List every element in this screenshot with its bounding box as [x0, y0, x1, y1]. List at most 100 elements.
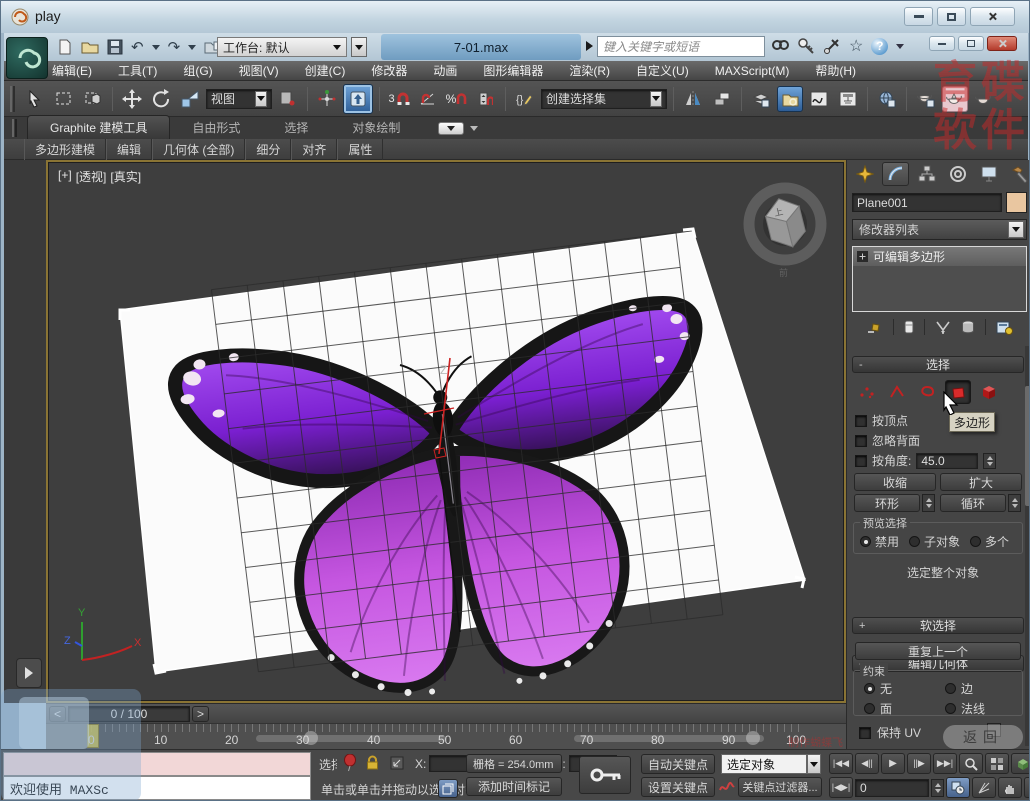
grid-toggle-button[interactable] — [438, 779, 458, 798]
align-button[interactable] — [709, 86, 735, 112]
time-configuration-button[interactable] — [946, 777, 970, 798]
panel-edit[interactable]: 编辑 — [106, 139, 152, 160]
preview-subobj-radio[interactable] — [909, 536, 920, 547]
make-unique-icon[interactable] — [935, 320, 951, 335]
select-and-manipulate-button[interactable] — [314, 86, 340, 112]
percent-snap-toggle-button[interactable]: % — [444, 86, 470, 112]
viewport-layout-tab-button[interactable] — [16, 658, 42, 688]
by-angle-checkbox[interactable] — [855, 455, 867, 467]
next-frame-button[interactable]: ||▶ — [907, 753, 931, 774]
selection-filter-caret[interactable] — [807, 754, 821, 774]
goto-end-button[interactable]: ▶▶| — [933, 753, 957, 774]
menu-maxscript[interactable]: MAXScript(M) — [715, 64, 790, 78]
tab-freeform[interactable]: 自由形式 — [170, 116, 262, 139]
mirror-button[interactable] — [680, 86, 706, 112]
create-tab-icon[interactable] — [851, 162, 878, 186]
menu-views[interactable]: 视图(V) — [239, 62, 279, 79]
communication-icon[interactable] — [823, 37, 841, 55]
zoom-all-button[interactable] — [985, 753, 1009, 774]
select-and-move-button[interactable] — [119, 86, 145, 112]
key-filters-button[interactable]: 关键点过滤器... — [738, 777, 822, 797]
panel-scrollbar-track[interactable] — [1025, 346, 1030, 746]
previous-frame-button[interactable]: ◀|| — [855, 753, 879, 774]
constraint-face-radio[interactable] — [864, 703, 875, 714]
menu-create[interactable]: 创建(C) — [305, 62, 346, 79]
hierarchy-tab-icon[interactable] — [913, 162, 940, 186]
new-file-icon[interactable] — [57, 39, 73, 55]
panel-scrollbar-thumb[interactable] — [1025, 386, 1030, 506]
stack-expand-icon[interactable] — [857, 251, 868, 262]
favorites-star-icon[interactable]: ☆ — [849, 36, 863, 56]
selection-filter-dropdown[interactable]: 选定对象 — [721, 754, 807, 774]
ghost-back-button[interactable]: 返回 — [943, 725, 1023, 749]
named-selection-set-dropdown[interactable]: 创建选择集 — [541, 89, 667, 109]
object-name-field[interactable]: Plane001 — [852, 193, 1002, 212]
frame-spinner[interactable] — [931, 779, 944, 797]
soft-selection-rollout[interactable]: +软选择 — [852, 617, 1024, 634]
select-by-name-button[interactable] — [80, 86, 106, 112]
render-setup-button[interactable] — [874, 86, 900, 112]
maxscript-mini-listener[interactable]: 欢迎使用 MAXSc — [3, 776, 311, 800]
toolbar-grip[interactable] — [10, 86, 15, 112]
app-maximize-button[interactable] — [958, 36, 984, 51]
ribbon-minimize-button[interactable] — [438, 122, 464, 135]
menu-tools[interactable]: 工具(T) — [118, 62, 157, 79]
redo-caret-icon[interactable] — [188, 45, 196, 50]
absolute-mode-icon[interactable] — [389, 755, 405, 771]
element-subobject-button[interactable] — [977, 381, 1001, 403]
help-icon[interactable]: ? — [871, 38, 888, 55]
tab-graphite-modeling[interactable]: Graphite 建模工具 — [27, 115, 170, 139]
constraint-normal-radio[interactable] — [945, 703, 956, 714]
undo-caret-icon[interactable] — [152, 45, 160, 50]
app-minimize-button[interactable] — [929, 36, 955, 51]
isolate-balloon-icon[interactable] — [343, 754, 357, 772]
constraint-none-radio[interactable] — [864, 683, 875, 694]
redo-icon[interactable]: ↷ — [168, 38, 181, 56]
goto-start-button[interactable]: |◀◀ — [829, 753, 853, 774]
menu-edit[interactable]: 编辑(E) — [52, 62, 92, 79]
select-and-scale-button[interactable] — [177, 86, 203, 112]
workspace-dropdown[interactable]: 工作台: 默认 — [217, 37, 347, 57]
key-icon[interactable] — [797, 37, 815, 55]
current-frame-field[interactable]: 0 — [855, 779, 929, 797]
configure-modifier-sets-icon[interactable] — [996, 320, 1013, 335]
tab-selection[interactable]: 选择 — [262, 116, 330, 139]
zoom-button[interactable] — [959, 753, 983, 774]
perspective-viewport[interactable]: Z Y X Z 上 前 — [46, 160, 846, 703]
remove-modifier-icon[interactable] — [961, 320, 975, 335]
menu-group[interactable]: 组(G) — [183, 62, 212, 79]
save-icon[interactable] — [107, 39, 123, 55]
maximize-button[interactable] — [937, 7, 966, 26]
next-frame-arrow[interactable]: > — [192, 706, 209, 722]
layer-manager-button[interactable] — [748, 86, 774, 112]
menu-graph-editors[interactable]: 图形编辑器 — [483, 62, 543, 79]
by-vertex-checkbox[interactable] — [855, 415, 867, 427]
schematic-view-button[interactable] — [835, 86, 861, 112]
time-slider-handle[interactable]: 0 / 100 — [68, 706, 190, 722]
panel-polygon-modeling[interactable]: 多边形建模 — [24, 139, 106, 160]
grow-button[interactable]: 扩大 — [940, 473, 1022, 491]
selection-lock-icon[interactable] — [365, 754, 380, 771]
edge-subobject-button[interactable] — [885, 381, 909, 403]
stack-item-editable-poly[interactable]: 可编辑多边形 — [853, 247, 1026, 266]
field-of-view-button[interactable] — [972, 777, 996, 798]
panel-align[interactable]: 对齐 — [291, 139, 337, 160]
utilities-tab-icon[interactable] — [1006, 162, 1030, 186]
application-menu-button[interactable] — [6, 37, 48, 79]
render-iterative-button[interactable] — [971, 86, 997, 112]
modify-tab-icon[interactable] — [882, 162, 909, 186]
time-slider-track[interactable]: < 0 / 100 > — [46, 703, 846, 723]
angle-snap-toggle-button[interactable] — [415, 86, 441, 112]
scene-explorer-button[interactable] — [777, 86, 803, 112]
menu-modifiers[interactable]: 修改器 — [371, 62, 407, 79]
spinner-snap-toggle-button[interactable] — [473, 86, 499, 112]
app-close-button[interactable] — [987, 36, 1017, 51]
add-time-tag-button[interactable]: 添加时间标记 — [466, 777, 562, 796]
show-end-result-icon[interactable] — [904, 319, 914, 335]
ring-spinner[interactable] — [922, 494, 935, 512]
viewport-menu-general[interactable]: [+] — [58, 168, 72, 185]
open-folder-icon[interactable] — [81, 39, 99, 55]
close-button[interactable] — [970, 7, 1015, 26]
panel-geometry-all[interactable]: 几何体 (全部) — [152, 139, 245, 160]
viewport-menu-pov[interactable]: [透视] — [76, 168, 107, 185]
